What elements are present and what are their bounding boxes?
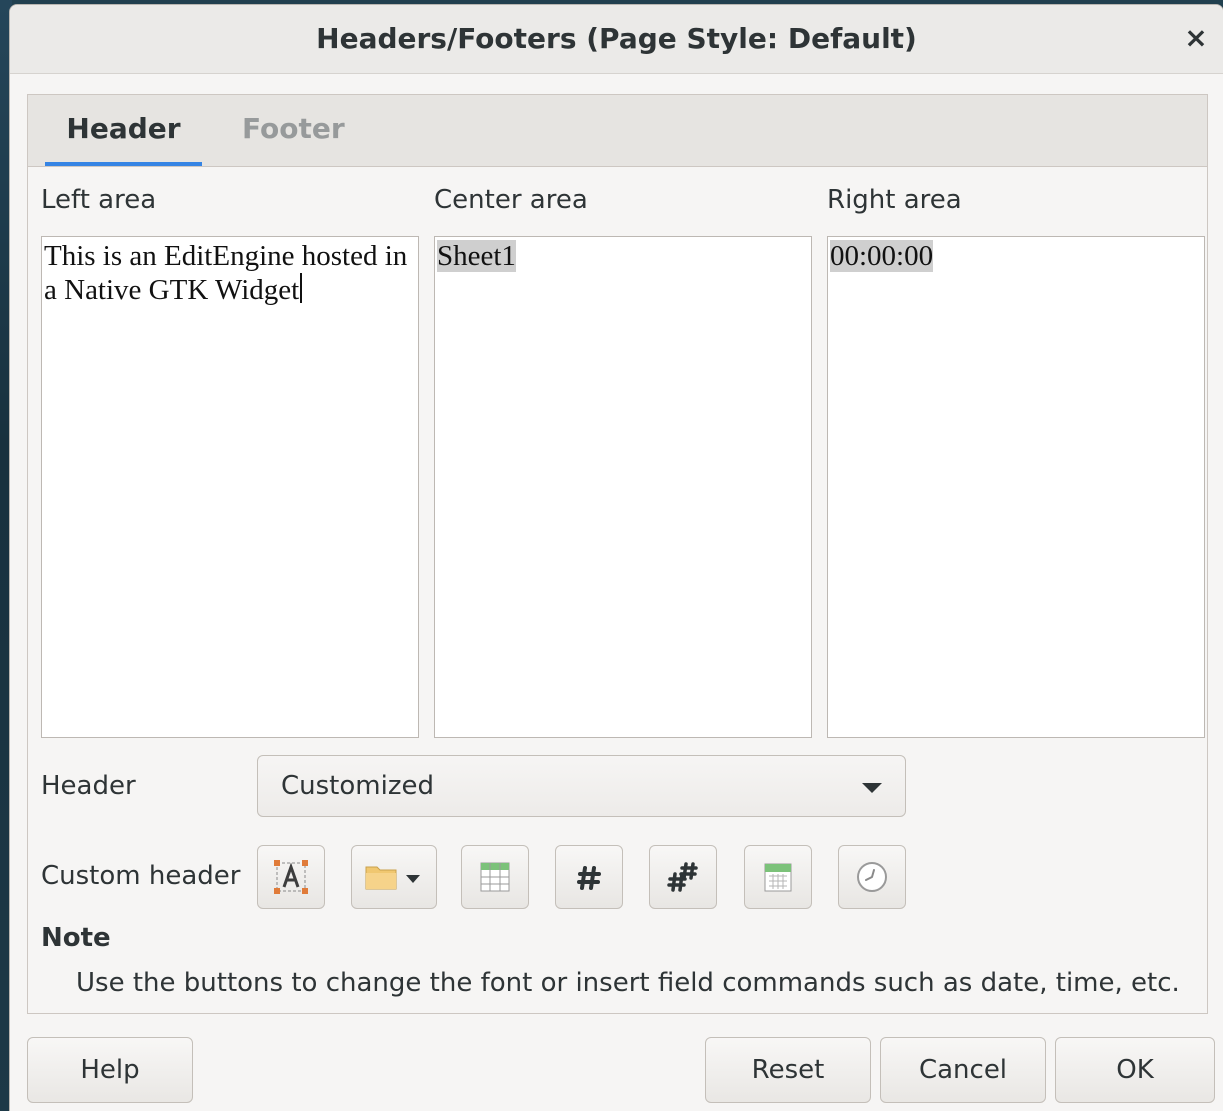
time-button[interactable] <box>838 845 906 909</box>
right-area-label: Right area <box>827 185 962 215</box>
header-select-value: Customized <box>281 771 434 801</box>
center-area-label: Center area <box>434 185 588 215</box>
header-select-combobox[interactable]: Customized <box>257 755 906 817</box>
close-icon[interactable]: × <box>1181 23 1211 53</box>
file-field-button[interactable] <box>351 845 437 909</box>
chevron-down-icon <box>862 783 882 793</box>
sheet-name-button[interactable] <box>461 845 529 909</box>
dialog-titlebar: Headers/Footers (Page Style: Default) × <box>10 5 1223 74</box>
center-area-editor[interactable]: Sheet1 <box>434 236 812 738</box>
page-number-button[interactable] <box>555 845 623 909</box>
left-area-text: This is an EditEngine hosted in a Native… <box>44 240 408 306</box>
date-icon <box>764 863 792 892</box>
text-attributes-icon <box>274 860 308 894</box>
help-button[interactable]: Help <box>27 1037 193 1103</box>
tab-bar: Header Footer <box>28 95 1207 167</box>
header-select-label: Header <box>41 771 136 801</box>
right-area-editor[interactable]: 00:00:00 <box>827 236 1205 738</box>
cancel-button[interactable]: Cancel <box>880 1037 1046 1103</box>
reset-button[interactable]: Reset <box>705 1037 871 1103</box>
text-attributes-button[interactable] <box>257 845 325 909</box>
page-count-icon <box>667 862 698 892</box>
header-footer-notebook: Header Footer Left area Center area Righ… <box>27 94 1208 1014</box>
note-title: Note <box>41 923 111 953</box>
note-text: Use the buttons to change the font or in… <box>76 968 1180 998</box>
left-area-label: Left area <box>41 185 157 215</box>
headers-footers-dialog: Headers/Footers (Page Style: Default) × … <box>10 5 1223 1111</box>
dialog-title: Headers/Footers (Page Style: Default) <box>316 22 917 55</box>
sheet-name-icon <box>480 862 510 892</box>
tab-header[interactable]: Header <box>45 95 202 166</box>
text-caret <box>300 273 303 303</box>
left-area-editor[interactable]: This is an EditEngine hosted in a Native… <box>41 236 419 738</box>
date-button[interactable] <box>744 845 812 909</box>
folder-dropdown-icon <box>365 866 420 890</box>
time-icon <box>857 862 887 892</box>
center-area-field: Sheet1 <box>437 240 516 272</box>
ok-button[interactable]: OK <box>1055 1037 1215 1103</box>
page-number-icon <box>577 866 601 890</box>
tab-footer[interactable]: Footer <box>242 95 345 166</box>
page-count-button[interactable] <box>649 845 717 909</box>
right-area-field: 00:00:00 <box>830 240 934 272</box>
custom-header-label: Custom header <box>41 861 241 891</box>
